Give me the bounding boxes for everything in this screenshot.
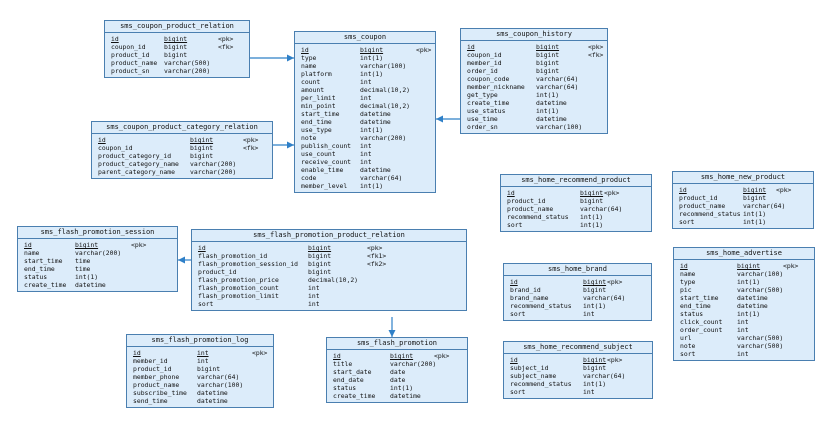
arrowhead-icon [178,256,185,264]
arrowhead-icon [436,115,443,123]
relation-links [178,54,460,337]
arrowhead-icon [287,54,294,62]
arrowhead-icon [287,141,294,149]
arrowhead-icon [388,330,396,337]
er-diagram: sms_coupon_product_relation id bigint <pk> c… [0,0,828,426]
